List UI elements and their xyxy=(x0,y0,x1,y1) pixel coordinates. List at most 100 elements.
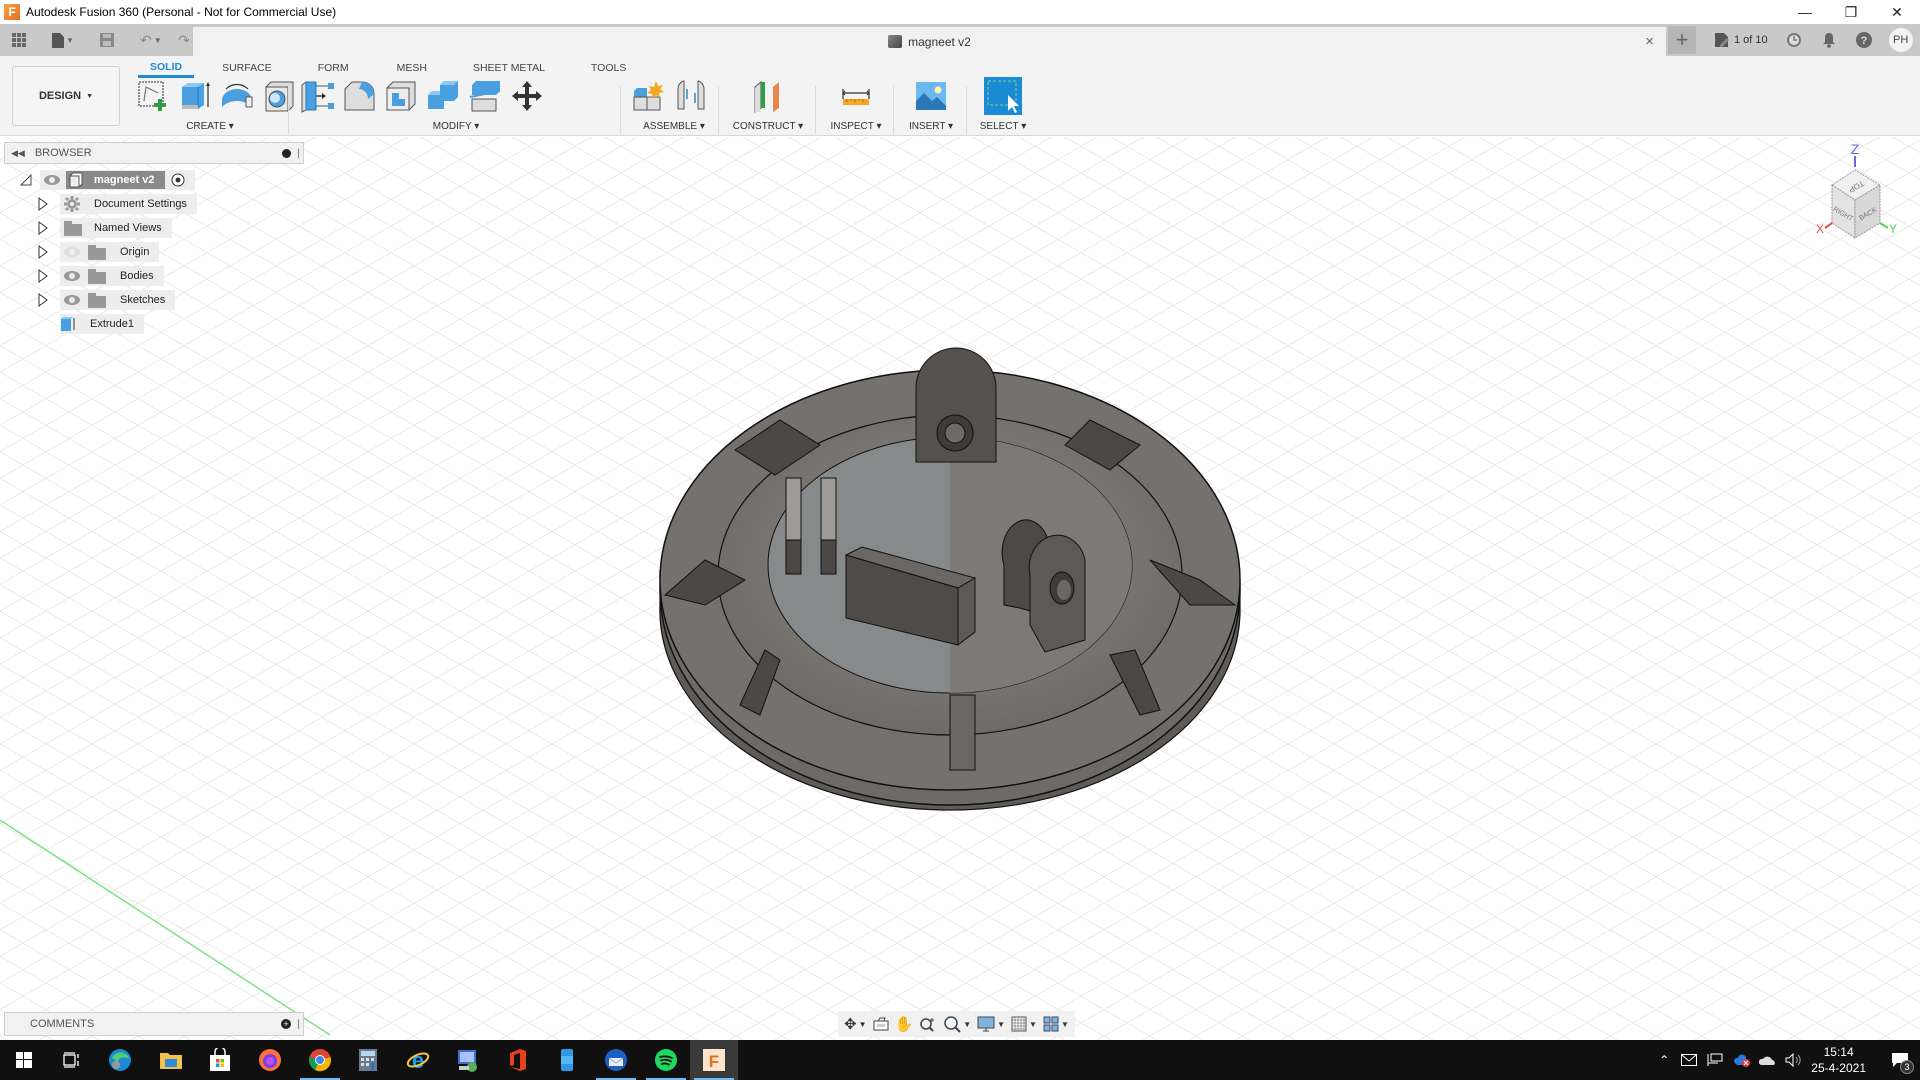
3d-canvas[interactable] xyxy=(0,137,1920,1040)
taskbar-store[interactable] xyxy=(196,1040,244,1080)
minimize-button[interactable]: — xyxy=(1782,0,1828,24)
select-button[interactable] xyxy=(984,77,1022,115)
visibility-eye-icon[interactable] xyxy=(64,295,80,305)
expand-triangle-icon[interactable] xyxy=(38,221,48,235)
offset-plane-button[interactable] xyxy=(751,79,785,113)
tree-item-document-settings[interactable]: Document Settings xyxy=(38,194,197,214)
taskbar-fusion360[interactable]: F xyxy=(690,1040,738,1080)
expand-triangle-icon[interactable] xyxy=(38,269,48,283)
save-button[interactable] xyxy=(94,27,120,53)
tree-item-named-views[interactable]: Named Views xyxy=(38,218,172,238)
recovery-button[interactable] xyxy=(1785,31,1803,49)
browser-panel-header[interactable]: ◀◀ BROWSER | xyxy=(4,142,304,164)
undo-button[interactable]: ↶ ▼ xyxy=(138,27,164,53)
taskbar-spotify[interactable] xyxy=(642,1040,690,1080)
press-pull-button[interactable] xyxy=(300,79,334,113)
pin-icon[interactable] xyxy=(282,148,291,158)
tab-solid[interactable]: SOLID xyxy=(138,58,195,78)
action-center-button[interactable]: 3 xyxy=(1880,1040,1920,1080)
inspect-menu[interactable]: INSPECT ▾ xyxy=(820,121,892,132)
document-tab[interactable]: magneet v2 × xyxy=(193,27,1666,56)
visibility-eye-icon[interactable] xyxy=(64,271,80,281)
look-at-button[interactable] xyxy=(873,1017,889,1031)
viewports-button[interactable]: ▼ xyxy=(1043,1016,1069,1032)
taskbar-remote-desktop[interactable] xyxy=(444,1040,492,1080)
insert-image-button[interactable] xyxy=(914,79,948,113)
orbit-button[interactable]: ✥ ▼ xyxy=(844,1015,867,1033)
task-view-button[interactable] xyxy=(48,1040,96,1080)
show-hidden-icons-button[interactable]: ⌃ xyxy=(1659,1053,1669,1067)
insert-menu[interactable]: INSERT ▾ xyxy=(898,121,964,132)
fit-button[interactable]: ▼ xyxy=(943,1015,971,1033)
cloud-icon[interactable] xyxy=(1759,1054,1777,1066)
taskbar-file-explorer[interactable] xyxy=(147,1040,195,1080)
network-icon[interactable] xyxy=(1707,1053,1723,1067)
taskbar-calculator[interactable] xyxy=(344,1040,392,1080)
activate-radio-icon[interactable] xyxy=(171,173,185,187)
close-window-button[interactable]: ✕ xyxy=(1874,0,1920,24)
collapse-triangle-icon[interactable] xyxy=(20,174,32,186)
expand-triangle-icon[interactable] xyxy=(38,197,48,211)
tab-mesh[interactable]: MESH xyxy=(385,58,439,78)
user-avatar[interactable]: PH xyxy=(1888,28,1913,52)
visibility-eye-icon[interactable] xyxy=(44,175,60,185)
tab-tools[interactable]: TOOLS xyxy=(579,58,638,78)
move-button[interactable] xyxy=(510,79,544,113)
split-face-button[interactable] xyxy=(468,79,502,113)
onedrive-error-icon[interactable] xyxy=(1733,1053,1751,1067)
help-button[interactable]: ? xyxy=(1855,31,1873,49)
volume-icon[interactable] xyxy=(1785,1053,1801,1067)
revolve-button[interactable] xyxy=(220,79,254,113)
data-panel-button[interactable] xyxy=(6,27,32,53)
create-menu[interactable]: CREATE ▾ xyxy=(136,121,284,132)
taskbar-office[interactable] xyxy=(494,1040,542,1080)
tab-surface[interactable]: SURFACE xyxy=(210,58,284,78)
taskbar-thunderbird[interactable] xyxy=(592,1040,640,1080)
notifications-button[interactable] xyxy=(1820,31,1838,49)
file-menu-button[interactable]: ▼ xyxy=(50,27,76,53)
close-tab-icon[interactable]: × xyxy=(1645,33,1654,50)
visibility-eye-hidden-icon[interactable] xyxy=(64,247,80,257)
canvas-viewport[interactable] xyxy=(0,137,1920,1040)
job-status-button[interactable]: 1 of 10 xyxy=(1714,32,1768,48)
extrude-button[interactable] xyxy=(178,79,212,113)
tree-item-bodies[interactable]: Bodies xyxy=(38,266,164,286)
shell-button[interactable] xyxy=(384,79,418,113)
expand-triangle-icon[interactable] xyxy=(38,245,48,259)
new-component-button[interactable] xyxy=(632,79,666,113)
tab-sheet-metal[interactable]: SHEET METAL xyxy=(461,58,557,78)
workspace-switcher[interactable]: DESIGN ▼ xyxy=(12,66,120,126)
mail-icon[interactable] xyxy=(1681,1054,1698,1066)
tree-item-sketches[interactable]: Sketches xyxy=(38,290,176,310)
create-sketch-button[interactable] xyxy=(136,79,170,113)
expand-triangle-icon[interactable] xyxy=(38,293,48,307)
grid-settings-button[interactable]: ▼ xyxy=(1011,1016,1037,1032)
taskbar-internet-explorer[interactable]: e xyxy=(394,1040,442,1080)
tree-root[interactable]: magneet v2 xyxy=(20,170,195,190)
start-button[interactable] xyxy=(0,1040,48,1080)
pan-button[interactable]: ✋ xyxy=(895,1015,914,1033)
joint-button[interactable] xyxy=(674,79,708,113)
resize-handle[interactable]: | xyxy=(297,1019,300,1030)
taskbar-clock[interactable]: 15:14 25-4-2021 xyxy=(1811,1044,1866,1076)
combine-button[interactable] xyxy=(426,79,460,113)
resize-handle[interactable]: | xyxy=(297,148,300,159)
comments-panel-header[interactable]: COMMENTS + | xyxy=(4,1012,304,1036)
display-settings-button[interactable]: ▼ xyxy=(977,1016,1005,1032)
hole-button[interactable] xyxy=(262,79,296,113)
taskbar-phone[interactable] xyxy=(543,1040,591,1080)
restore-button[interactable]: ❐ xyxy=(1828,0,1874,24)
zoom-button[interactable] xyxy=(919,1016,937,1032)
tree-item-extrude1[interactable]: Extrude1 xyxy=(60,314,145,334)
viewcube[interactable]: Z TOP RIGHT BACK X Y xyxy=(1800,140,1910,255)
collapse-panel-icon[interactable]: ◀◀ xyxy=(11,148,25,159)
construct-menu[interactable]: CONSTRUCT ▾ xyxy=(724,121,812,132)
modify-menu[interactable]: MODIFY ▾ xyxy=(296,121,616,132)
taskbar-edge[interactable] xyxy=(96,1040,144,1080)
taskbar-firefox[interactable] xyxy=(246,1040,294,1080)
new-tab-button[interactable]: + xyxy=(1668,26,1696,54)
tree-item-origin[interactable]: Origin xyxy=(38,242,160,262)
measure-button[interactable] xyxy=(839,79,873,113)
select-menu[interactable]: SELECT ▾ xyxy=(970,121,1036,132)
fillet-button[interactable] xyxy=(342,79,376,113)
